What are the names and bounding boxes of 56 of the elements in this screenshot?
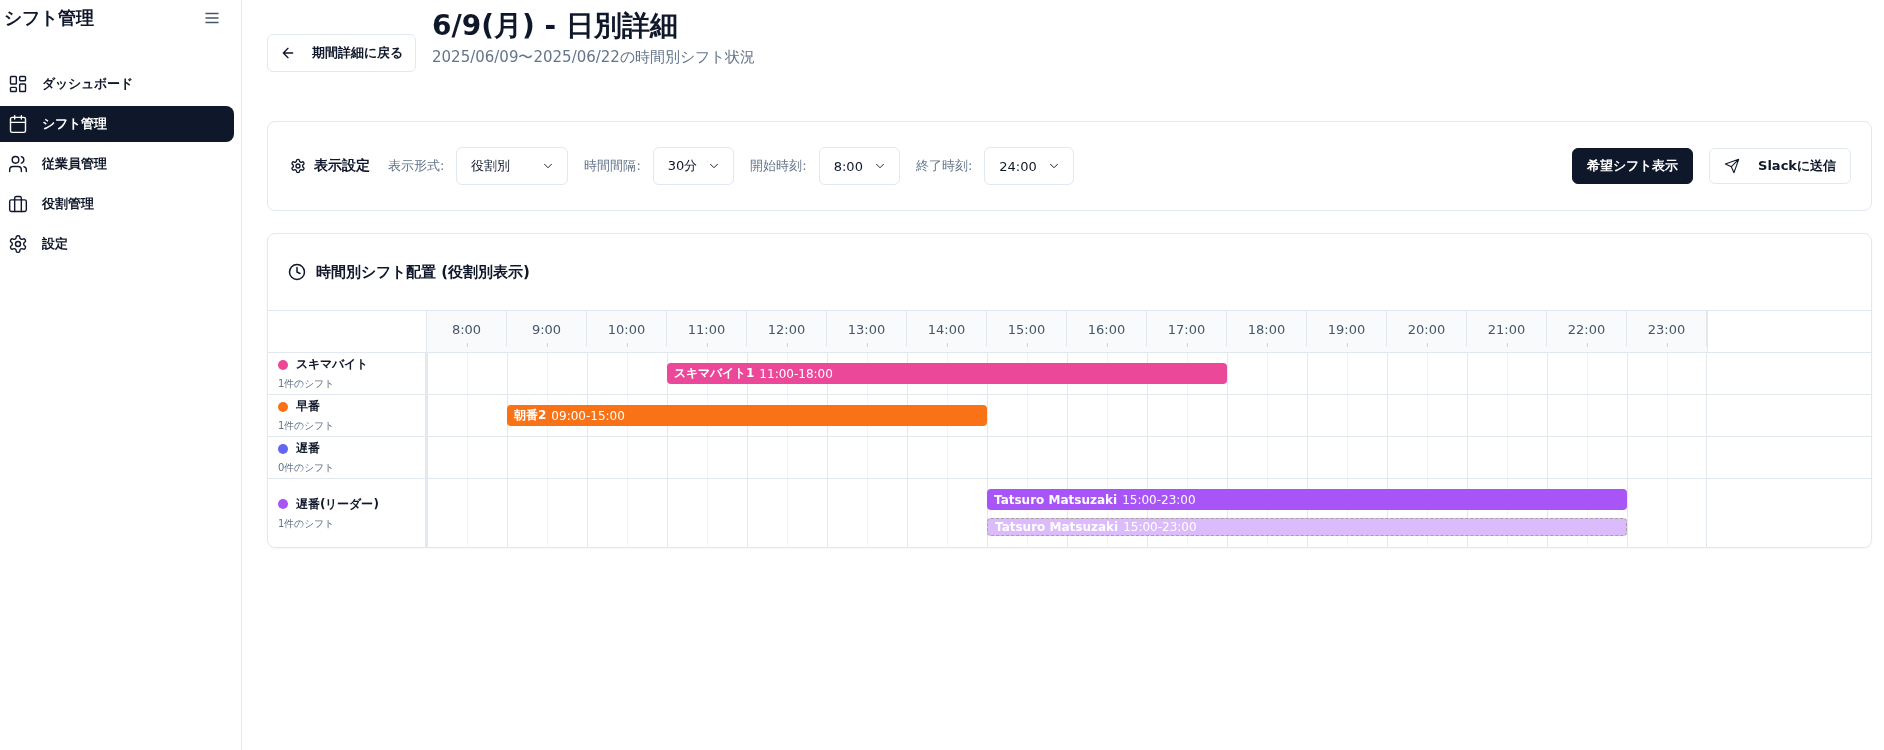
timeline-title: 時間別シフト配置 (役割別表示) bbox=[316, 262, 530, 282]
send-button[interactable]: Slackに送信 bbox=[1709, 148, 1851, 184]
shift-count: 1件のシフト bbox=[278, 419, 336, 433]
hour-label: 22:00 bbox=[1547, 311, 1627, 347]
hour-label: 11:00 bbox=[667, 311, 747, 347]
calendar-icon bbox=[8, 114, 28, 134]
dropdown[interactable]: 24:00 bbox=[984, 147, 1074, 185]
nav-item[interactable]: 設定 bbox=[0, 226, 234, 262]
grid-icon bbox=[8, 74, 28, 94]
page-title: 6/9(月) - 日別詳細 bbox=[432, 8, 679, 44]
dropdown[interactable]: 30分 bbox=[652, 147, 735, 185]
page-subtitle: 2025/06/09〜2025/06/22の時間別シフト状況 bbox=[432, 48, 755, 67]
arrow-left-icon bbox=[280, 45, 296, 61]
shift-bar[interactable]: Tatsuro Matsuzaki 15:00-23:00 bbox=[987, 489, 1627, 510]
shift-bar[interactable]: スキマバイト1 11:00-18:00 bbox=[667, 363, 1227, 384]
preference-button[interactable]: 希望シフト表示 bbox=[1572, 148, 1694, 184]
role-name: スキマバイト bbox=[296, 356, 368, 373]
shift-count: 1件のシフト bbox=[278, 516, 336, 531]
hour-label: 14:00 bbox=[907, 311, 987, 347]
hour-label: 18:00 bbox=[1227, 311, 1307, 347]
hour-label: 20:00 bbox=[1387, 311, 1467, 347]
shift-count: 1件のシフト bbox=[278, 377, 336, 391]
dropdown[interactable]: 8:00 bbox=[818, 147, 900, 185]
hour-label: 13:00 bbox=[827, 311, 907, 347]
nav-item[interactable]: 役割管理 bbox=[0, 186, 234, 222]
field-label: 終了時刻: bbox=[915, 157, 973, 175]
nav-item[interactable]: ダッシュボード bbox=[0, 66, 234, 102]
hour-label: 23:00 bbox=[1627, 311, 1707, 347]
hour-label: 15:00 bbox=[987, 311, 1067, 347]
role-name: 遅番(リーダー) bbox=[296, 495, 379, 513]
hour-label: 9:00 bbox=[507, 311, 587, 347]
settings-icon bbox=[290, 158, 306, 174]
hour-label: 16:00 bbox=[1067, 311, 1147, 347]
app-title: シフト管理 bbox=[4, 6, 94, 30]
settings-title: 表示設定 bbox=[314, 157, 370, 175]
settings-icon bbox=[8, 234, 28, 254]
clock-icon bbox=[288, 263, 306, 281]
field-label: 表示形式: bbox=[388, 157, 445, 175]
hour-label: 19:00 bbox=[1307, 311, 1387, 347]
shift-count: 0件のシフト bbox=[278, 461, 336, 475]
users-icon bbox=[8, 154, 28, 174]
briefcase-icon bbox=[8, 194, 28, 214]
hour-label: 8:00 bbox=[427, 311, 507, 347]
field-label: 開始時刻: bbox=[750, 157, 807, 175]
nav-item[interactable]: 従業員管理 bbox=[0, 146, 234, 182]
dropdown[interactable]: 役割別 bbox=[456, 147, 569, 185]
nav-item[interactable]: シフト管理 bbox=[0, 106, 234, 142]
role-name: 早番 bbox=[296, 398, 320, 415]
field-label: 時間間隔: bbox=[584, 157, 641, 175]
hour-label: 21:00 bbox=[1467, 311, 1547, 347]
hour-label: 10:00 bbox=[587, 311, 667, 347]
role-name: 遅番 bbox=[296, 440, 320, 457]
hour-label: 17:00 bbox=[1147, 311, 1227, 347]
send-icon bbox=[1724, 158, 1741, 174]
back-button[interactable]: 期間詳細に戻る bbox=[267, 34, 416, 72]
hour-label: 12:00 bbox=[747, 311, 827, 347]
